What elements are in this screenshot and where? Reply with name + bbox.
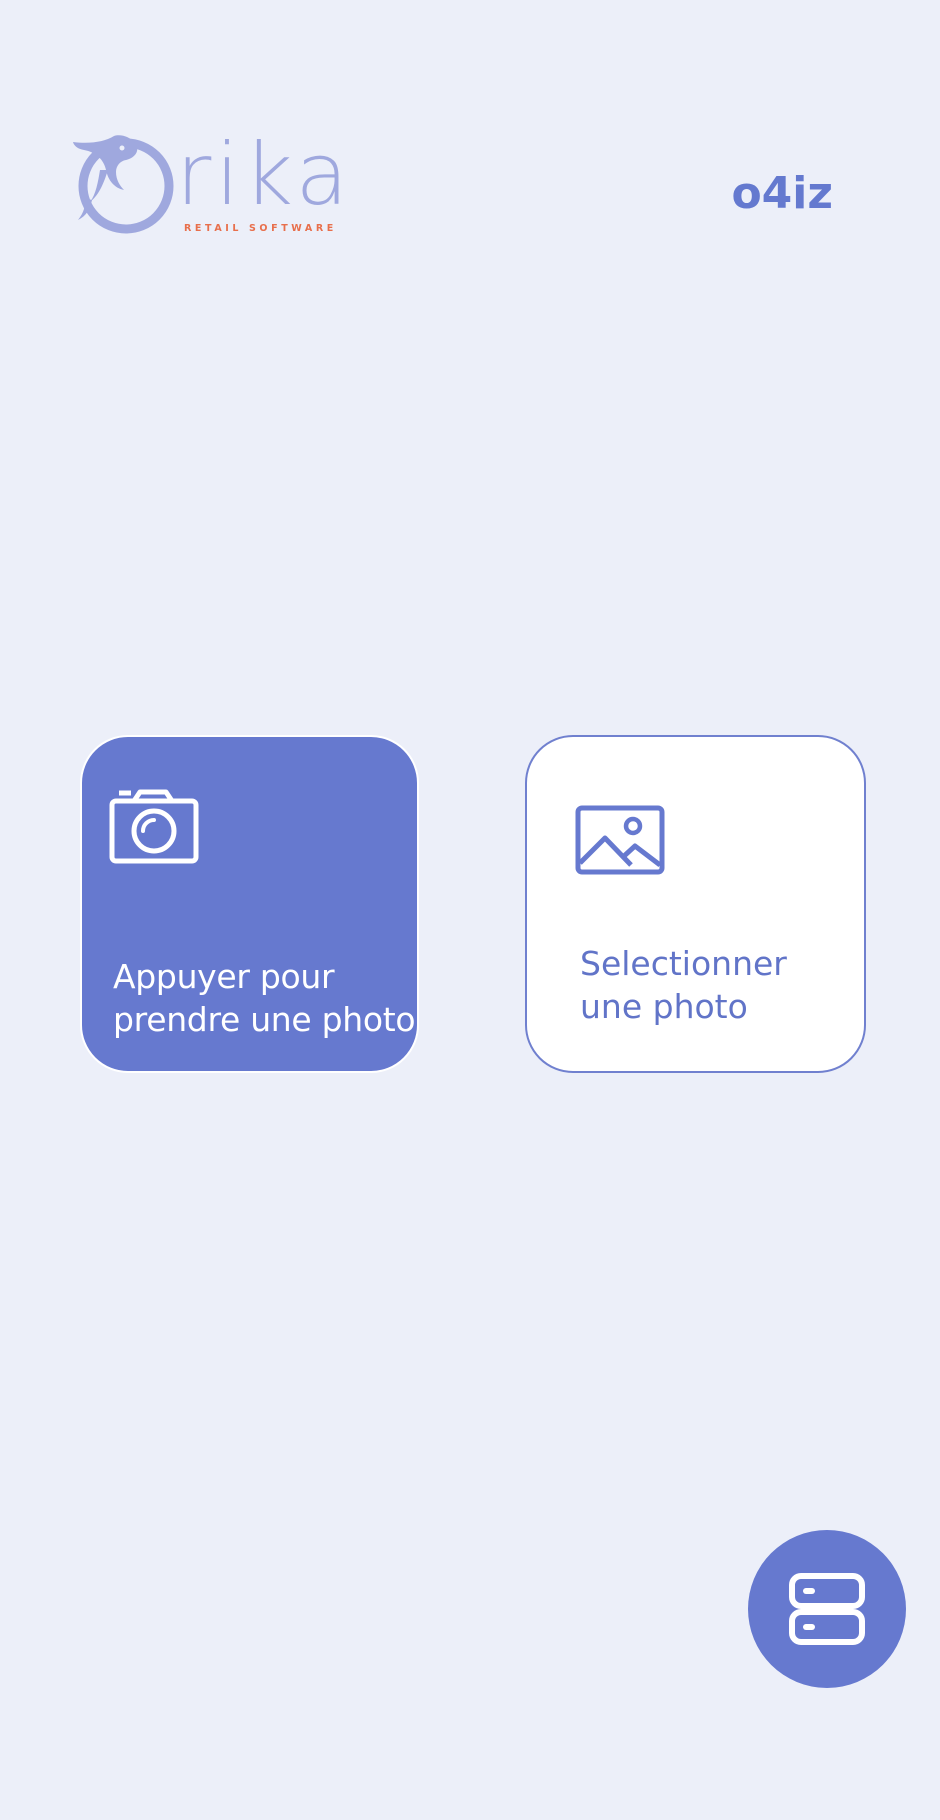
camera-icon — [109, 789, 199, 864]
select-photo-button[interactable]: Selectionner une photo — [525, 735, 866, 1073]
take-photo-label-line2: prendre une photo — [113, 1000, 416, 1039]
orika-logo: rika RETAIL SOFTWARE — [70, 130, 350, 240]
take-photo-button[interactable]: Appuyer pour prendre une photo — [80, 735, 419, 1073]
user-code: o4iz — [731, 168, 833, 219]
select-photo-label-line2: une photo — [580, 987, 748, 1026]
logo-tagline: RETAIL SOFTWARE — [184, 223, 337, 234]
orca-logo-icon — [73, 135, 174, 234]
take-photo-label-line1: Appuyer pour — [113, 957, 335, 996]
select-photo-label-line1: Selectionner — [580, 944, 787, 983]
image-icon — [575, 805, 665, 875]
server-icon — [789, 1573, 865, 1645]
select-photo-label: Selectionner une photo — [580, 942, 787, 1028]
take-photo-label: Appuyer pour prendre une photo — [113, 955, 416, 1041]
logo-wordmark: rika — [176, 125, 353, 225]
server-fab-button[interactable] — [748, 1530, 906, 1688]
